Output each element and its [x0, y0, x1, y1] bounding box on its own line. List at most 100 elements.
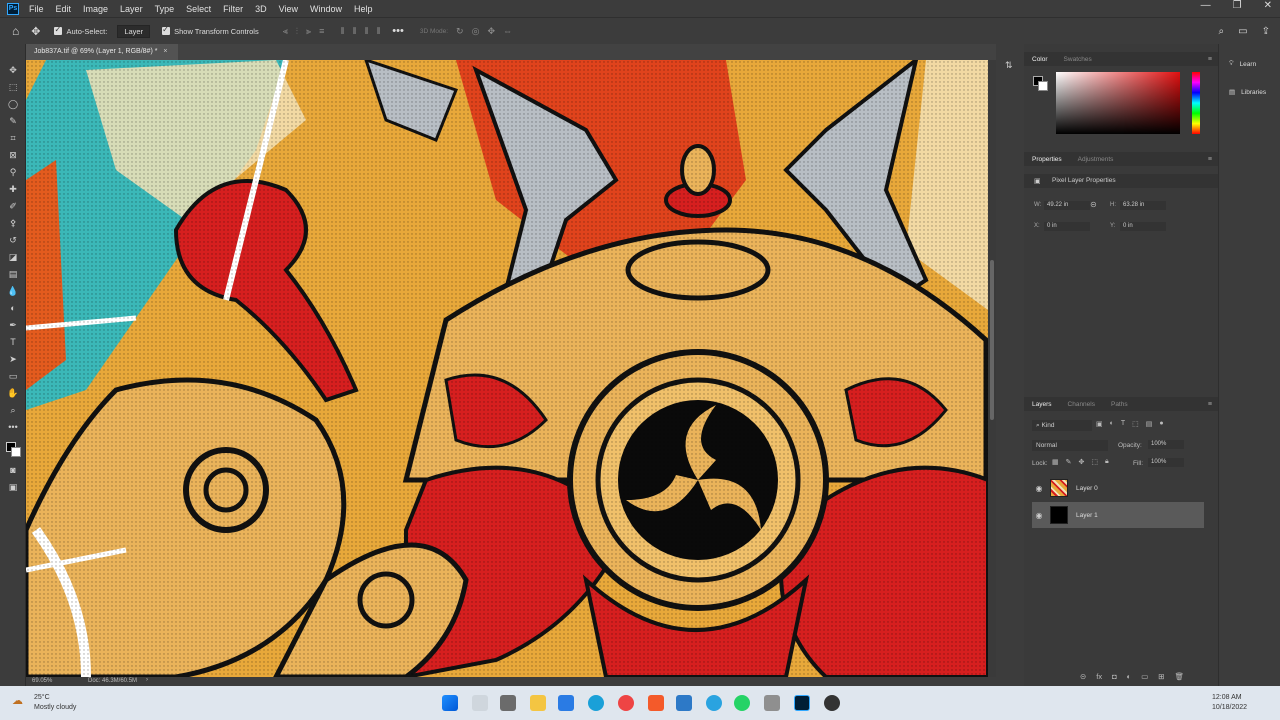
- more-options-icon[interactable]: •••: [392, 25, 404, 37]
- file-explorer-icon[interactable]: [530, 695, 546, 711]
- filter-adjustment-icon[interactable]: ◐: [1110, 420, 1114, 428]
- gradient-tool-icon[interactable]: ▤: [6, 268, 20, 280]
- clock-date[interactable]: 10/18/2022: [1212, 704, 1247, 711]
- new-layer-icon[interactable]: ⊞: [1158, 672, 1164, 681]
- distribute-icon[interactable]: ⦀: [376, 26, 380, 37]
- clone-stamp-tool-icon[interactable]: ⚴: [6, 217, 20, 229]
- document-tab[interactable]: Job837A.tif @ 69% (Layer 1, RGB/8#) * ×: [26, 44, 178, 60]
- menu-help[interactable]: Help: [354, 4, 373, 14]
- tab-layers[interactable]: Layers: [1024, 401, 1060, 408]
- tab-swatches[interactable]: Swatches: [1056, 56, 1100, 63]
- panel-menu-icon[interactable]: ≡: [1208, 156, 1212, 163]
- filter-smart-object-icon[interactable]: ▤: [1146, 420, 1153, 428]
- panel-menu-icon[interactable]: ≡: [1208, 56, 1212, 63]
- rectangle-tool-icon[interactable]: ▭: [6, 370, 20, 382]
- zoom-tool-icon[interactable]: ⌕: [6, 404, 20, 416]
- opacity-field[interactable]: 100%: [1148, 440, 1184, 449]
- auto-select-checkbox[interactable]: Auto-Select:: [54, 25, 107, 36]
- edge-icon[interactable]: [588, 695, 604, 711]
- x-field[interactable]: 0 in: [1044, 222, 1090, 231]
- distribute-icon[interactable]: ⦀: [340, 26, 344, 37]
- vscode-icon[interactable]: [676, 695, 692, 711]
- frame-tool-icon[interactable]: ⊠: [6, 149, 20, 161]
- status-menu-icon[interactable]: ›: [146, 677, 148, 683]
- menu-edit[interactable]: Edit: [56, 4, 72, 14]
- crop-tool-icon[interactable]: ⌗: [6, 132, 20, 144]
- menu-select[interactable]: Select: [186, 4, 211, 14]
- menu-layer[interactable]: Layer: [120, 4, 143, 14]
- background-color-swatch[interactable]: [11, 447, 21, 457]
- fill-field[interactable]: 100%: [1148, 458, 1184, 467]
- chrome-icon[interactable]: [618, 695, 634, 711]
- menu-filter[interactable]: Filter: [223, 4, 243, 14]
- share-icon[interactable]: ⇪: [1262, 26, 1270, 37]
- distribute-icon[interactable]: ⦀: [364, 26, 368, 37]
- layer-filter-kind[interactable]: ⌕ Kind: [1032, 420, 1092, 431]
- filter-pixel-icon[interactable]: ▣: [1096, 420, 1103, 428]
- history-icon[interactable]: ⇅: [1005, 60, 1013, 71]
- eraser-tool-icon[interactable]: ◪: [6, 251, 20, 263]
- new-group-icon[interactable]: ▭: [1141, 672, 1148, 681]
- libraries-button[interactable]: ▤ Libraries: [1229, 88, 1266, 97]
- document-canvas[interactable]: [26, 60, 988, 677]
- close-icon[interactable]: ✕: [1264, 0, 1272, 11]
- start-icon[interactable]: [442, 695, 458, 711]
- photoshop-taskbar-icon[interactable]: [794, 695, 810, 711]
- menu-file[interactable]: File: [29, 4, 44, 14]
- weather-icon[interactable]: ☁: [12, 694, 23, 707]
- brave-icon[interactable]: [648, 695, 664, 711]
- color-background-swatch[interactable]: [1038, 81, 1048, 91]
- blur-tool-icon[interactable]: 💧: [6, 285, 20, 297]
- visibility-eye-icon[interactable]: ◉: [1032, 511, 1046, 520]
- filter-type-icon[interactable]: T: [1121, 420, 1125, 428]
- filter-shape-icon[interactable]: ⬚: [1132, 420, 1139, 428]
- history-brush-tool-icon[interactable]: ↺: [6, 234, 20, 246]
- hand-tool-icon[interactable]: ✋: [6, 387, 20, 399]
- dodge-tool-icon[interactable]: ◐: [6, 302, 20, 314]
- home-icon[interactable]: ⌂: [12, 24, 19, 38]
- lock-transparent-icon[interactable]: ▦: [1052, 458, 1059, 466]
- search-icon[interactable]: [472, 695, 488, 711]
- 3d-slide-icon[interactable]: ⇔: [503, 26, 512, 36]
- link-layers-icon[interactable]: ⊝: [1080, 672, 1086, 681]
- align-right-icon[interactable]: ⫸: [306, 26, 311, 37]
- move-tool-icon[interactable]: ✥: [31, 25, 40, 38]
- filter-toggle-icon[interactable]: ●: [1159, 420, 1163, 428]
- telegram-icon[interactable]: [706, 695, 722, 711]
- quick-select-tool-icon[interactable]: ✎: [6, 115, 20, 127]
- height-field[interactable]: 63.28 in: [1120, 201, 1166, 210]
- lock-image-icon[interactable]: ✎: [1066, 458, 1072, 466]
- vertical-scrollbar[interactable]: [988, 60, 996, 677]
- menu-image[interactable]: Image: [83, 4, 108, 14]
- align-top-icon[interactable]: ≡: [319, 26, 324, 36]
- hue-slider[interactable]: [1192, 72, 1200, 134]
- healing-brush-tool-icon[interactable]: ✚: [6, 183, 20, 195]
- tab-adjustments[interactable]: Adjustments: [1070, 156, 1122, 163]
- tab-color[interactable]: Color: [1024, 56, 1056, 63]
- zoom-level[interactable]: 69.05%: [32, 678, 52, 684]
- menu-3d[interactable]: 3D: [255, 4, 267, 14]
- menu-type[interactable]: Type: [155, 4, 175, 14]
- show-transform-checkbox[interactable]: Show Transform Controls: [162, 25, 259, 36]
- eyedropper-tool-icon[interactable]: ⚲: [6, 166, 20, 178]
- color-field[interactable]: [1056, 72, 1180, 134]
- blend-mode-dropdown[interactable]: Normal: [1032, 440, 1108, 451]
- panel-menu-icon[interactable]: ≡: [1208, 401, 1212, 408]
- app-icon[interactable]: [824, 695, 840, 711]
- distribute-icon[interactable]: ⦀: [352, 26, 356, 37]
- layer-style-icon[interactable]: fx: [1096, 672, 1102, 681]
- 3d-drag-icon[interactable]: ✥: [487, 26, 495, 37]
- lock-all-icon[interactable]: 🔒︎: [1105, 458, 1109, 466]
- tab-paths[interactable]: Paths: [1103, 401, 1136, 408]
- lock-position-icon[interactable]: ✥: [1079, 458, 1085, 466]
- delete-layer-icon[interactable]: 🗑︎: [1175, 672, 1185, 681]
- y-field[interactable]: 0 in: [1120, 222, 1166, 231]
- workspace-icon[interactable]: ▭: [1238, 26, 1247, 37]
- adjustment-layer-icon[interactable]: ◐: [1127, 672, 1132, 681]
- more-tools-icon[interactable]: •••: [6, 421, 20, 433]
- app-icon[interactable]: [764, 695, 780, 711]
- link-icon[interactable]: ⊝: [1090, 200, 1097, 209]
- learn-button[interactable]: 💡︎ Learn: [1229, 60, 1256, 68]
- add-mask-icon[interactable]: ◘: [1112, 672, 1117, 681]
- width-field[interactable]: 49.22 in: [1044, 201, 1090, 210]
